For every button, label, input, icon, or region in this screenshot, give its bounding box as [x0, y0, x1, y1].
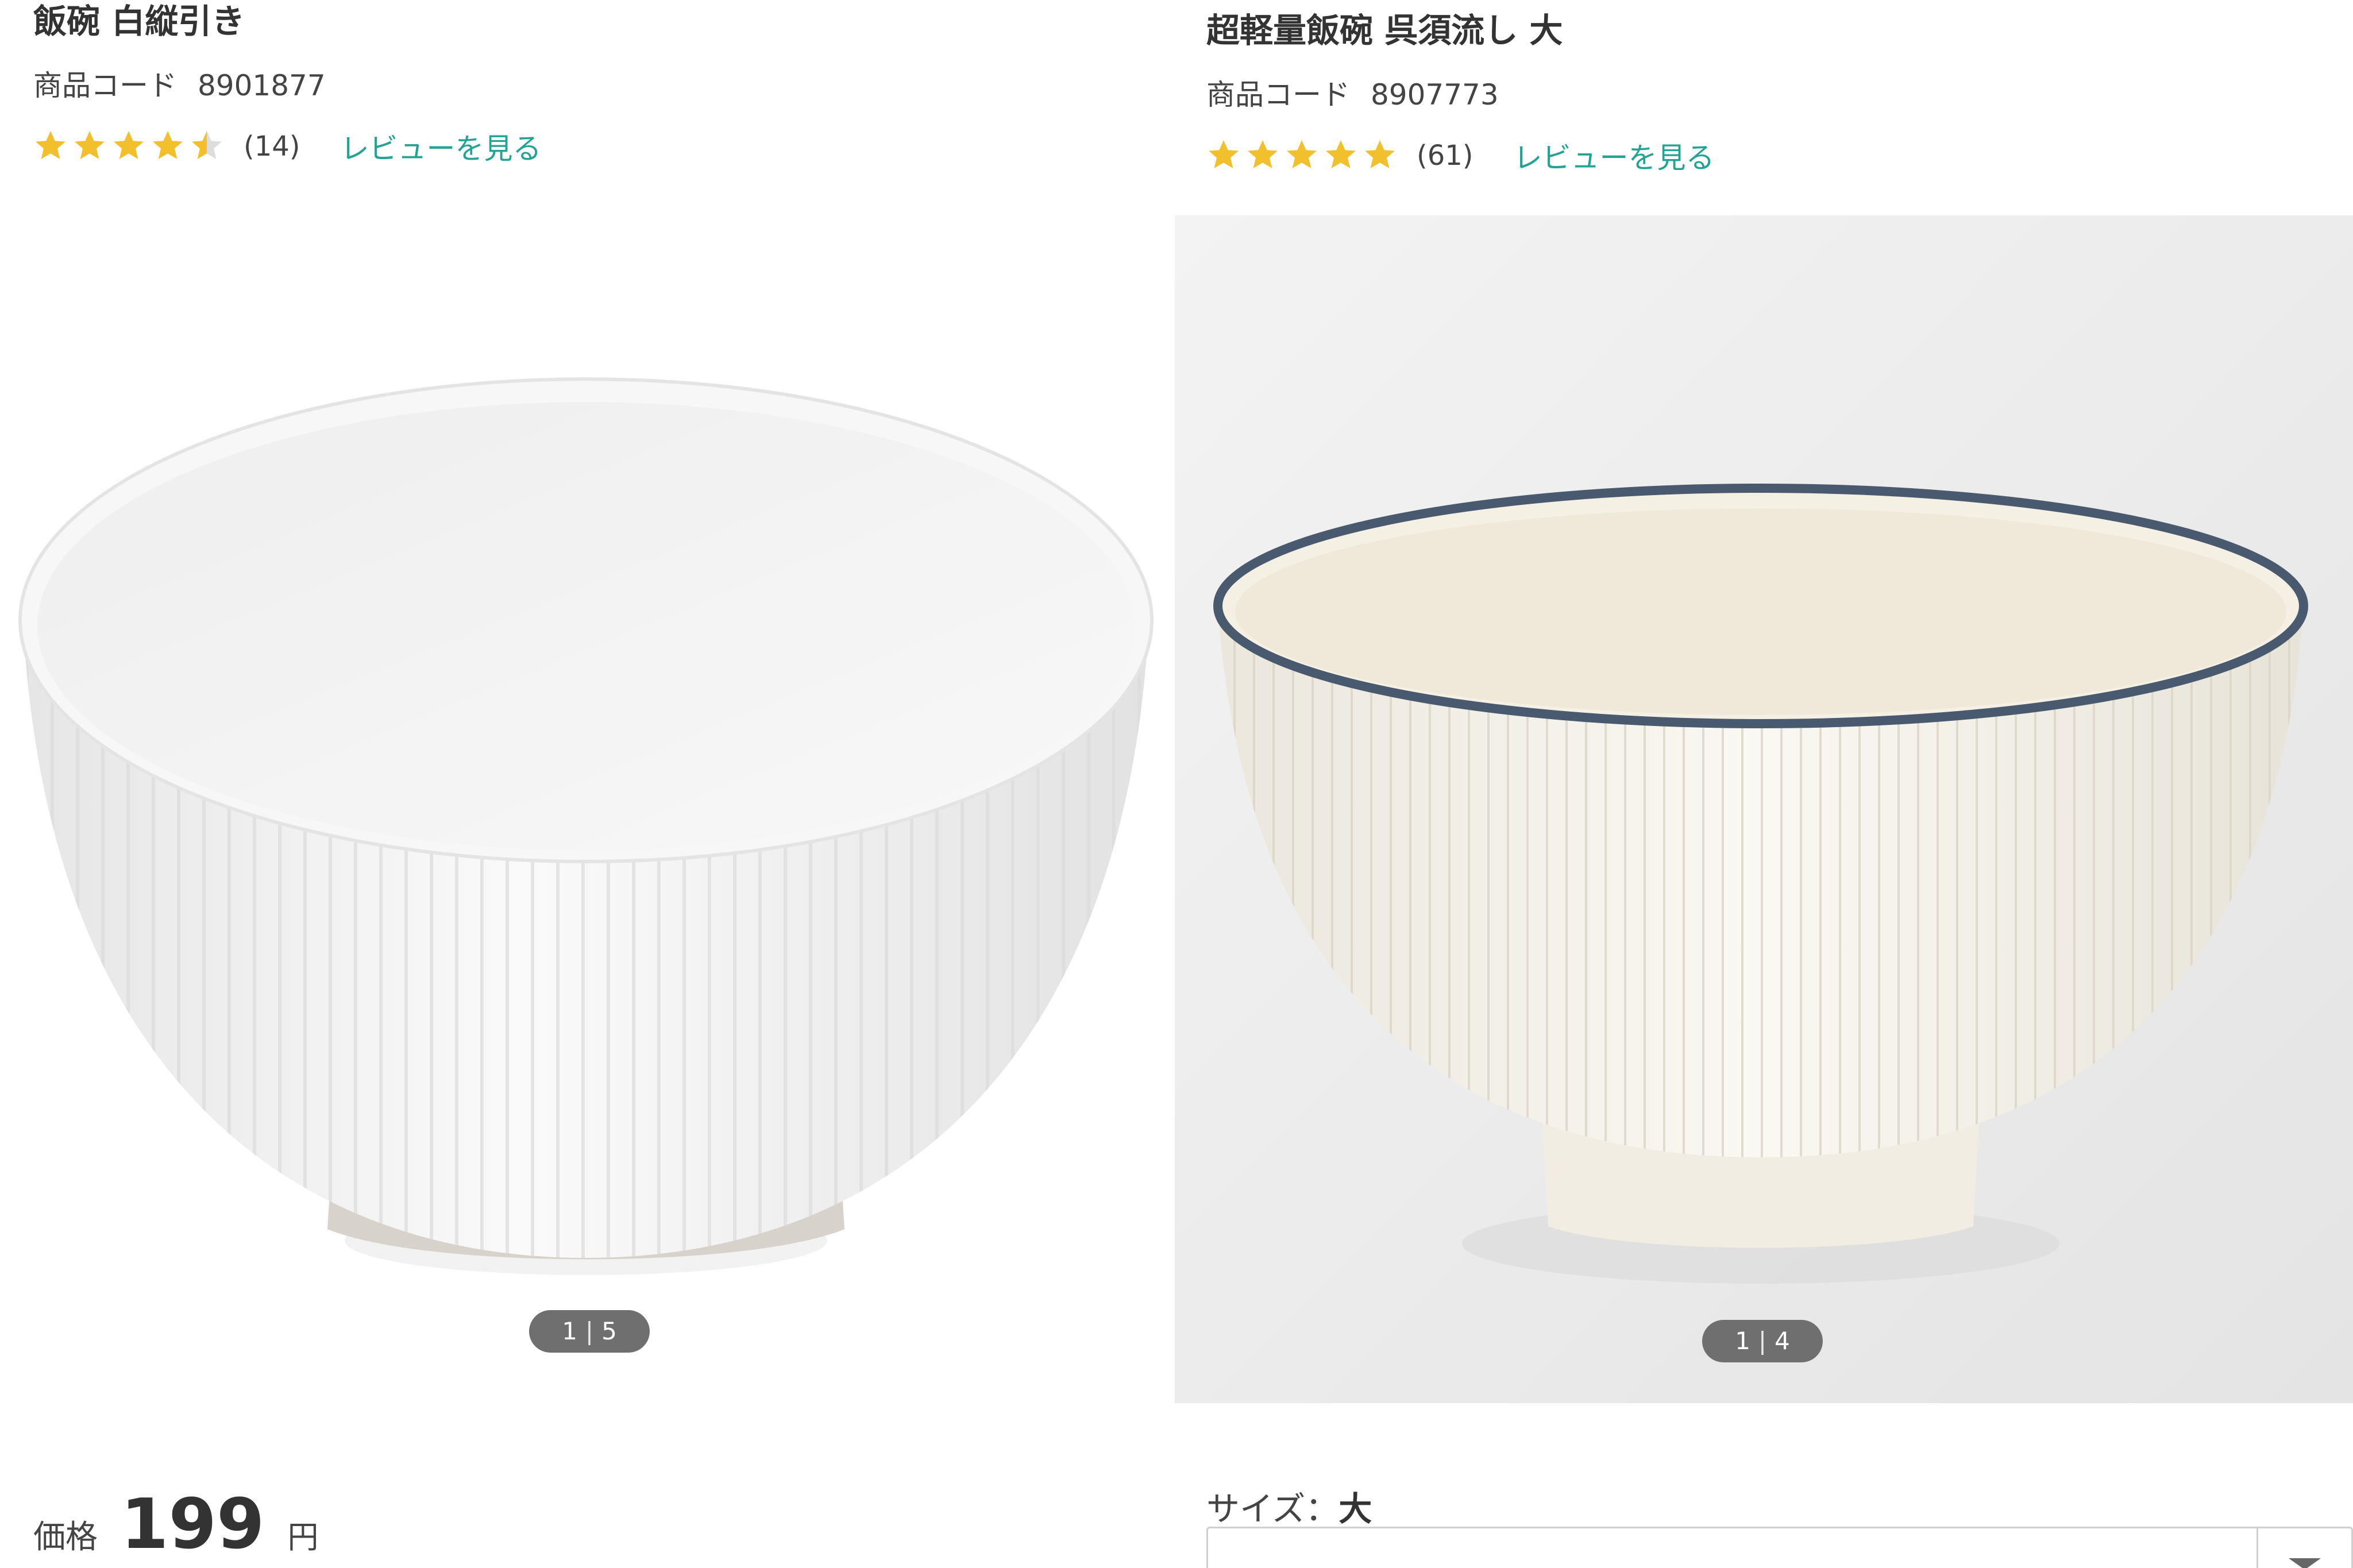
product-code-label: 商品コード [1206, 78, 1350, 111]
image-pager: 1 | 4 [1702, 1320, 1823, 1362]
rating-row: (14) レビューを見る [33, 126, 542, 167]
review-link[interactable]: レビューを見る [1514, 135, 1715, 176]
star-rating [1206, 138, 1402, 173]
pager-separator: | [1758, 1327, 1767, 1355]
product-image[interactable] [0, 207, 1175, 1355]
star-icon [1326, 140, 1356, 168]
size-select-button[interactable] [2256, 1528, 2351, 1568]
product-code: 商品コード 8907773 [1206, 80, 1499, 109]
product-image[interactable] [1175, 215, 2353, 1403]
star-icon [75, 131, 105, 159]
product-code: 商品コード 8901877 [33, 71, 326, 100]
star-icon [192, 131, 222, 159]
size-select[interactable] [1206, 1527, 2353, 1568]
product-title: 飯碗 白縦引き [33, 2, 245, 41]
product-code-value: 8907773 [1371, 78, 1499, 111]
star-rating [33, 129, 229, 164]
rating-row: (61) レビューを見る [1206, 136, 1715, 176]
pager-total: 4 [1775, 1327, 1790, 1355]
product-code-value: 8901877 [198, 69, 326, 102]
chevron-down-icon [2289, 1558, 2321, 1568]
pager-total: 5 [601, 1317, 617, 1345]
image-pager: 1 | 5 [529, 1310, 650, 1353]
product-card-right: 超軽量飯碗 呉須流し 大 商品コード 8907773 (61) レビューを見る [1175, 0, 2353, 1568]
pager-current: 1 [1735, 1327, 1750, 1355]
review-count: (61) [1417, 140, 1473, 172]
pager-separator: | [585, 1317, 594, 1345]
price: 価格 199 円 [33, 1485, 319, 1565]
review-link[interactable]: レビューを見る [341, 126, 542, 167]
product-code-label: 商品コード [33, 69, 177, 102]
size-option-value: 大 [1338, 1489, 1372, 1528]
star-icon [153, 131, 183, 159]
price-value: 199 [121, 1485, 265, 1565]
price-label: 価格 [33, 1519, 98, 1556]
size-option: サイズ：大 [1206, 1482, 1372, 1530]
product-card-left: 飯碗 白縦引き 商品コード 8901877 (14) レビューを見る 1 | 5… [0, 0, 1175, 1568]
size-option-label: サイズ： [1206, 1489, 1339, 1528]
star-icon [114, 131, 144, 159]
star-icon [36, 131, 65, 159]
star-icon [1209, 140, 1239, 168]
review-count: (14) [244, 130, 300, 163]
product-title: 超軽量飯碗 呉須流し 大 [1206, 11, 1563, 50]
pager-current: 1 [562, 1317, 577, 1345]
star-icon [1365, 140, 1395, 168]
star-icon [1287, 140, 1317, 168]
price-unit: 円 [287, 1519, 319, 1555]
star-icon [1248, 140, 1278, 168]
